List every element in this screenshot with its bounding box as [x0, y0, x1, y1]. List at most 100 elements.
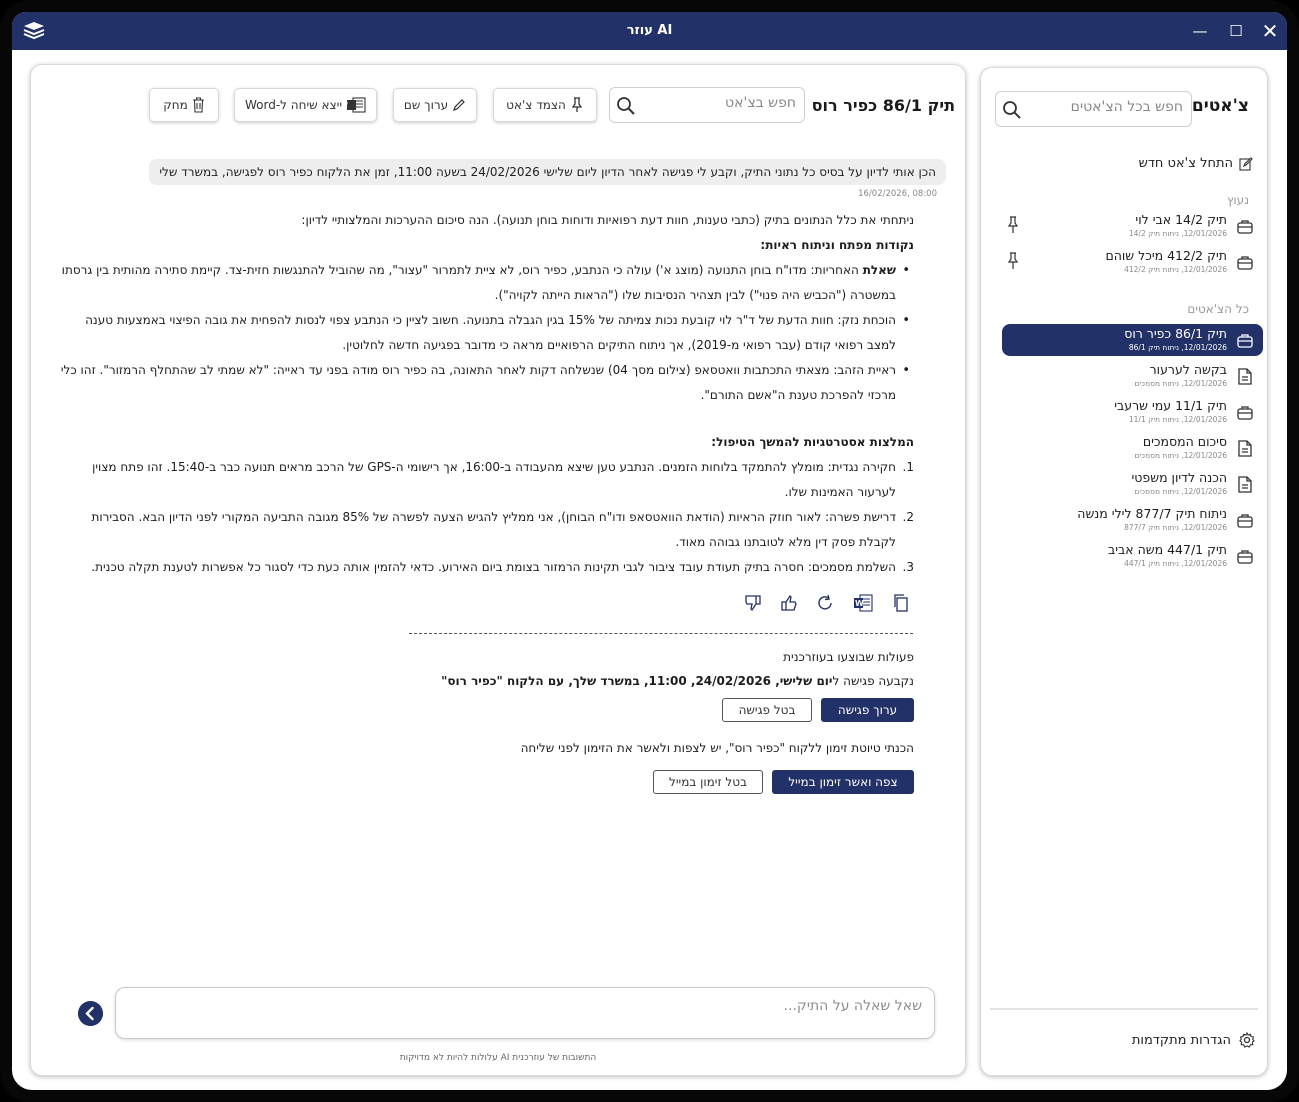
pin-icon[interactable] [1007, 216, 1019, 234]
chat-subtitle: 12/01/2026, ניתוח תיק 11/1 [1128, 415, 1227, 424]
sidebar-item[interactable]: ניתוח תיק 877/7 לילי מנשה 12/01/2026, ני… [1001, 504, 1263, 536]
export-word-label: ייצא שיחה ל-Word [245, 98, 342, 112]
sidebar-item-pinned[interactable]: תיק 14/2 אבי לוי 12/01/2026, ניתוח תיק 1… [1001, 210, 1263, 242]
chat-subtitle: 12/01/2026, ניתוח מסמכים [1134, 451, 1227, 460]
sidebar-item[interactable]: תיק 11/1 עמי שרעבי 12/01/2026, ניתוח תיק… [1001, 396, 1263, 428]
word-export-icon[interactable]: W [853, 593, 873, 613]
cancel-invite-button[interactable]: בטל זימון במייל [653, 770, 763, 794]
recommendation-text: השלמת מסמכים: חסרה בתיק תעודת עובד ציבור… [91, 560, 896, 574]
new-chat-button[interactable]: התחל צ'אט חדש [1139, 156, 1253, 171]
chat-subtitle: 12/01/2026, ניתוח תיק 412/2 [1124, 265, 1227, 274]
recommendations-title: המלצות אסטרטגיות להמשך הטיפול: [711, 435, 914, 449]
pin-chat-button[interactable]: הצמד צ'אט [493, 88, 597, 122]
device-frame: עוזר AI — ☐ ✕ תיק 86/1 כפיר רוס הצמד צ'א… [0, 0, 1299, 1102]
chat-subtitle: 12/01/2026, ניתוח מסמכים [1134, 487, 1227, 496]
list-number: 3. [902, 560, 914, 574]
chat-name: תיק 86/1 כפיר רוס [1124, 326, 1227, 341]
thumbs-down-icon[interactable] [743, 593, 763, 613]
app-window: עוזר AI — ☐ ✕ תיק 86/1 כפיר רוס הצמד צ'א… [12, 12, 1287, 1090]
briefcase-icon [1237, 550, 1253, 564]
message-timestamp: 16/02/2026, 08:00 [858, 189, 937, 199]
pencil-icon [453, 99, 465, 111]
chat-name: הכנה לדיון משפטי [1131, 470, 1227, 485]
list-item: ראיית הזהב: מצאתי התכתבות וואטסאפ (צילום… [58, 358, 914, 408]
briefcase-icon [1237, 220, 1253, 234]
chat-search [609, 87, 805, 123]
answer-intro: ניתחתי את כלל הנתונים בתיק (כתבי טענות, … [301, 213, 914, 227]
pinned-section-label: נעוץ [1226, 193, 1249, 207]
chat-subtitle: 12/01/2026, ניתוח מסמכים [1134, 379, 1227, 388]
search-icon[interactable] [616, 96, 636, 116]
thumbs-up-icon[interactable] [779, 593, 799, 613]
list-item: שאלת האחריות: מדו"ח בוחן התנועה (מוצג א'… [58, 258, 914, 308]
window-title: עוזר AI [626, 23, 673, 38]
export-word-button[interactable]: W ייצא שיחה ל-Word [234, 88, 377, 122]
rename-button[interactable]: ערוך שם [393, 88, 477, 122]
advanced-settings-label: הגדרות מתקדמות [1131, 1032, 1231, 1048]
chat-subtitle: 12/01/2026, ניתוח תיק 447/1 [1124, 559, 1227, 568]
pin-icon [571, 97, 583, 112]
sidebar-item[interactable]: סיכום המסמכים 12/01/2026, ניתוח מסמכים [1001, 432, 1263, 464]
sidebar-search [995, 91, 1192, 127]
recommendation-text: דרישת פשרה: לאור חוזק הראיות (הודאת הווא… [91, 510, 896, 549]
key-point-text: האחריות: מדו"ח בוחן התנועה (מוצג א') עול… [61, 263, 896, 302]
meeting-summary: נקבעה פגישה ליום שלישי, 24/02/2026, 11:0… [441, 674, 914, 688]
briefcase-icon [1237, 406, 1253, 420]
trash-icon [192, 97, 204, 113]
recommendations-list: 1. חקירה נגדית: מומלץ להתמקד בלוחות הזמני… [58, 455, 914, 580]
send-icon[interactable] [78, 1001, 103, 1026]
cancel-meeting-button[interactable]: בטל פגישה [722, 698, 812, 722]
svg-text:W: W [855, 599, 864, 608]
close-button[interactable]: ✕ [1255, 18, 1285, 44]
case-title: תיק 86/1 כפיר רוס [811, 96, 955, 115]
maximize-button[interactable]: ☐ [1221, 18, 1251, 44]
chat-name: סיכום המסמכים [1142, 434, 1227, 449]
message-input[interactable] [132, 998, 922, 1028]
sidebar-item[interactable]: תיק 447/1 משה אביב 12/01/2026, ניתוח תיק… [1001, 540, 1263, 572]
delete-label: מחק [163, 98, 188, 112]
chats-sidebar: צ'אטים התחל צ'אט חדש נעוץ תיק 14/2 אבי ל… [980, 67, 1268, 1076]
chat-search-input[interactable] [646, 95, 796, 111]
sidebar-divider [990, 1008, 1258, 1010]
rename-label: ערוך שם [403, 98, 449, 112]
list-item: 3. השלמת מסמכים: חסרה בתיק תעודת עובד ציב… [58, 555, 914, 580]
sidebar-item-active[interactable]: תיק 86/1 כפיר רוס 12/01/2026, ניתוח תיק … [1002, 324, 1263, 356]
disclaimer: התשובות של עוזרכנית AI עלולות להיות לא מ… [399, 1053, 597, 1063]
chat-subtitle: 12/01/2026, ניתוח תיק 86/1 [1128, 343, 1227, 352]
list-item: הוכחת נזק: חוות הדעת של ד"ר לוי קובעת נכ… [58, 308, 914, 358]
copy-icon[interactable] [891, 593, 911, 613]
actions-performed-title: פעולות שבוצעו בעוזרכנית [783, 650, 914, 664]
chat-name: ניתוח תיק 877/7 לילי מנשה [1077, 506, 1227, 521]
briefcase-icon [1237, 334, 1253, 348]
sidebar-item[interactable]: הכנה לדיון משפטי 12/01/2026, ניתוח מסמכי… [1001, 468, 1263, 500]
meeting-prefix: נקבעה פגישה ל [832, 674, 914, 688]
assistant-message: ניתחתי את כלל הנתונים בתיק (כתבי טענות, … [58, 208, 914, 580]
key-point-lead: שאלת [862, 263, 896, 277]
sidebar-item[interactable]: בקשה לערעור 12/01/2026, ניתוח מסמכים [1001, 360, 1263, 392]
pin-icon[interactable] [1007, 252, 1019, 270]
new-chat-label: התחל צ'אט חדש [1138, 156, 1233, 171]
minimize-button[interactable]: — [1185, 18, 1215, 44]
list-number: 2. [902, 510, 914, 524]
gear-icon [1239, 1032, 1255, 1048]
advanced-settings-button[interactable]: הגדרות מתקדמות [1132, 1032, 1255, 1048]
sidebar-search-input[interactable] [1033, 99, 1183, 115]
sidebar-item-pinned[interactable]: תיק 412/2 מיכל שוהם 12/01/2026, ניתוח תי… [1001, 246, 1263, 278]
user-message: הכן אותי לדיון על בסיס כל נתוני התיק, וק… [149, 159, 946, 185]
document-icon [1238, 440, 1252, 457]
delete-button[interactable]: מחק [149, 88, 219, 122]
divider [409, 633, 913, 634]
approve-invite-button[interactable]: צפה ואשר זימון במייל [772, 770, 914, 794]
key-point-text: ראיית הזהב: מצאתי התכתבות וואטסאפ (צילום… [60, 363, 896, 402]
search-icon[interactable] [1002, 100, 1022, 120]
edit-meeting-button[interactable]: ערוך פגישה [821, 698, 914, 722]
chat-name: תיק 14/2 אבי לוי [1135, 212, 1227, 227]
chat-name: תיק 11/1 עמי שרעבי [1114, 398, 1227, 413]
list-item: 2. דרישת פשרה: לאור חוזק הראיות (הודאת הו… [58, 505, 914, 555]
chat-subtitle: 12/01/2026, ניתוח תיק 877/7 [1124, 523, 1227, 532]
key-points-title: נקודות מפתח וניתוח ראיות: [760, 238, 914, 252]
invite-summary: הכנתי טיוטת זימון ללקוח "כפיר רוס", יש ל… [520, 741, 914, 755]
sidebar-title: צ'אטים [1191, 96, 1249, 116]
regenerate-icon[interactable] [815, 593, 835, 613]
pin-chat-label: הצמד צ'אט [506, 98, 566, 112]
